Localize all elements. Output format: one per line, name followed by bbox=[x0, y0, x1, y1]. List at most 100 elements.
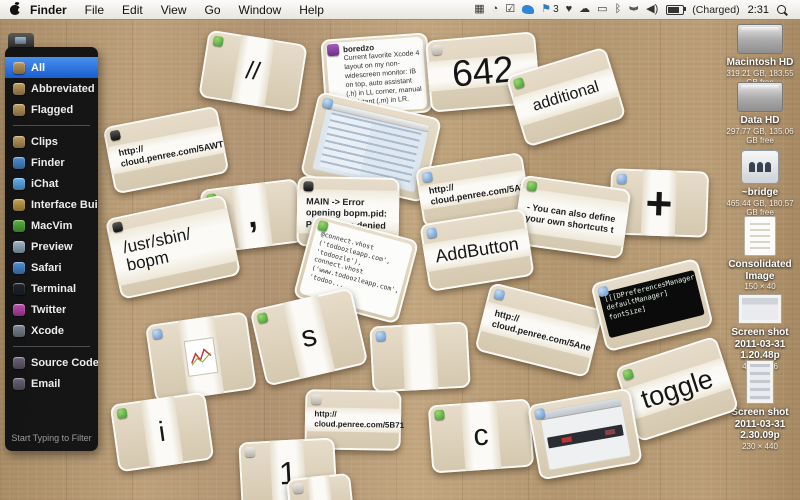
menu-go[interactable]: Go bbox=[205, 3, 221, 17]
blue-app-badge-icon bbox=[616, 173, 627, 184]
sidebar-item-xcode[interactable]: Xcode bbox=[5, 320, 98, 341]
status-timer-icon[interactable]: ◔ bbox=[492, 4, 499, 15]
clipping-card-bopm[interactable]: /usr/sbin/ bopm bbox=[104, 194, 242, 300]
apple-menu-icon[interactable] bbox=[10, 4, 22, 15]
sidebar-item-flagged[interactable]: Flagged bbox=[5, 99, 98, 120]
menu-finder[interactable]: Finder bbox=[30, 3, 67, 17]
finder-icon bbox=[13, 156, 25, 169]
status-wifi-icon[interactable]: ((( bbox=[628, 4, 638, 15]
sidebar-item-label: Safari bbox=[31, 261, 62, 274]
status-bluetooth-icon[interactable]: ᛒ bbox=[615, 4, 622, 15]
safari-icon bbox=[13, 261, 25, 274]
card-stripe bbox=[307, 474, 333, 500]
sidebar-item-list: All Abbreviated Flagged Clips Finder iChat Int… bbox=[5, 47, 98, 394]
ichat-icon bbox=[13, 177, 25, 190]
sidebar-item-label: Xcode bbox=[31, 324, 65, 337]
clipping-card-shot-web[interactable] bbox=[527, 387, 643, 481]
sidebar-item-preview[interactable]: Preview bbox=[5, 236, 98, 257]
status-twitter-bird-icon[interactable] bbox=[522, 5, 535, 14]
sidebar-item-finder[interactable]: Finder bbox=[5, 152, 98, 173]
sidebar-item-all[interactable]: All bbox=[5, 57, 98, 78]
menu-bar-status-area: ▦ ◔ ☑ ⚑ 3 ♥ ☁ ▭ ᛒ (((◀) (Charged) 2:31 bbox=[474, 4, 800, 16]
sidebar-item-label: MacVim bbox=[31, 219, 73, 232]
purple-app-badge-icon bbox=[326, 43, 340, 57]
menu-view[interactable]: View bbox=[161, 3, 187, 17]
blue-app-badge-icon bbox=[426, 227, 438, 239]
green-app-badge-icon bbox=[434, 409, 445, 421]
clipping-card-blank-card[interactable] bbox=[369, 321, 471, 393]
clipping-cards-layer: //boredzo Current favorite Xcode 4 layout… bbox=[0, 0, 800, 500]
clipboard-icon bbox=[13, 135, 25, 148]
sidebar-item-label: Clips bbox=[31, 135, 58, 148]
status-spaces-grid-icon[interactable]: ▦ bbox=[474, 4, 484, 15]
sidebar-divider bbox=[13, 125, 90, 126]
gray-app-badge-icon bbox=[244, 446, 256, 458]
sidebar-item-abbreviated[interactable]: Abbreviated bbox=[5, 78, 98, 99]
clipping-card-letter-c[interactable]: c bbox=[427, 398, 535, 474]
status-flag-count: 3 bbox=[553, 4, 559, 15]
clipping-card-url-5awt[interactable]: http:// cloud.penree.com/5AWT bbox=[102, 105, 230, 195]
xcode-icon bbox=[13, 324, 25, 337]
sidebar-item-source-code[interactable]: Source Code bbox=[5, 352, 98, 373]
clipping-card-url-5ane[interactable]: http:// cloud.penree.com/5Ane bbox=[474, 282, 604, 378]
sidebar-divider bbox=[13, 346, 90, 347]
spotlight-icon[interactable] bbox=[777, 5, 786, 14]
sidebar-item-label: Interface Bui... bbox=[31, 198, 98, 211]
menu-bar-clock[interactable]: 2:31 bbox=[748, 4, 769, 16]
sidebar-item-macvim[interactable]: MacVim bbox=[5, 215, 98, 236]
webpage-thumbnail bbox=[538, 397, 632, 471]
clipboard-icon bbox=[13, 61, 25, 74]
dark-app-badge-icon bbox=[303, 181, 314, 192]
status-flag-icon[interactable]: ⚑ bbox=[541, 4, 551, 15]
macvim-icon bbox=[13, 219, 25, 232]
sidebar-item-label: Twitter bbox=[31, 303, 67, 316]
dark-app-badge-icon bbox=[109, 129, 122, 142]
sidebar-item-label: All bbox=[31, 61, 46, 74]
filter-hint: Start Typing to Filter bbox=[11, 433, 92, 443]
status-heart-icon[interactable]: ♥ bbox=[566, 4, 573, 15]
clipping-card-slashes[interactable]: // bbox=[198, 29, 308, 113]
menu-bar: Finder File Edit View Go Window Help ▦ ◔ ☑ ⚑ 3 ♥ ☁ ▭ ᛒ… bbox=[0, 0, 800, 20]
clipping-card-doc-chart[interactable] bbox=[145, 311, 257, 403]
blue-app-badge-icon bbox=[375, 330, 387, 342]
gray-app-badge-icon bbox=[292, 482, 304, 494]
green-app-badge-icon bbox=[116, 407, 128, 420]
blue-app-badge-icon bbox=[533, 407, 546, 420]
sidebar-item-label: Flagged bbox=[31, 103, 74, 116]
sidebar-item-email[interactable]: Email bbox=[5, 373, 98, 394]
clipping-card-letter-s[interactable]: s bbox=[249, 287, 369, 387]
clipboard-icon bbox=[13, 82, 25, 95]
sidebar-item-twitter[interactable]: Twitter bbox=[5, 299, 98, 320]
sidebar-item-interface-bui[interactable]: Interface Bui... bbox=[5, 194, 98, 215]
sidebar-item-terminal[interactable]: Terminal bbox=[5, 278, 98, 299]
battery-icon[interactable] bbox=[666, 4, 687, 15]
document-thumbnail bbox=[183, 337, 219, 377]
status-volume-icon[interactable]: ◀) bbox=[646, 4, 658, 15]
sidebar-item-clips[interactable]: Clips bbox=[5, 131, 98, 152]
clipping-card-shortcuts[interactable]: - You can also define your own shortcuts… bbox=[512, 174, 632, 260]
clipping-card-code-black[interactable]: [[[DPreferencesManager defaultManager] f… bbox=[590, 257, 714, 353]
sidebar-item-label: Terminal bbox=[31, 282, 77, 295]
status-tasks-check-icon[interactable]: ☑ bbox=[505, 4, 515, 15]
card-stripe bbox=[401, 323, 439, 391]
card-text: s bbox=[297, 318, 320, 355]
sidebar-item-ichat[interactable]: iChat bbox=[5, 173, 98, 194]
sidebar-item-label: iChat bbox=[31, 177, 59, 190]
clippings-sidebar: All Abbreviated Flagged Clips Finder iChat Int… bbox=[5, 47, 98, 451]
menu-help[interactable]: Help bbox=[299, 3, 324, 17]
clipping-card-letter-i[interactable]: i bbox=[109, 391, 215, 473]
email-icon bbox=[13, 377, 25, 390]
card-text: c bbox=[472, 418, 490, 453]
menu-window[interactable]: Window bbox=[239, 3, 282, 17]
card-url-text: http:// cloud.penree.com/5AWT bbox=[117, 139, 225, 169]
drawer-pull-tab[interactable] bbox=[8, 33, 34, 48]
sidebar-item-safari[interactable]: Safari bbox=[5, 257, 98, 278]
status-display-icon[interactable]: ▭ bbox=[597, 4, 607, 15]
menu-file[interactable]: File bbox=[85, 3, 104, 17]
card-text: AddButton bbox=[433, 233, 520, 266]
card-text: i bbox=[156, 415, 168, 448]
gray-app-badge-icon bbox=[311, 394, 322, 405]
gray-app-badge-icon bbox=[431, 44, 443, 56]
status-cloud-icon[interactable]: ☁ bbox=[579, 4, 590, 15]
menu-edit[interactable]: Edit bbox=[122, 3, 143, 17]
